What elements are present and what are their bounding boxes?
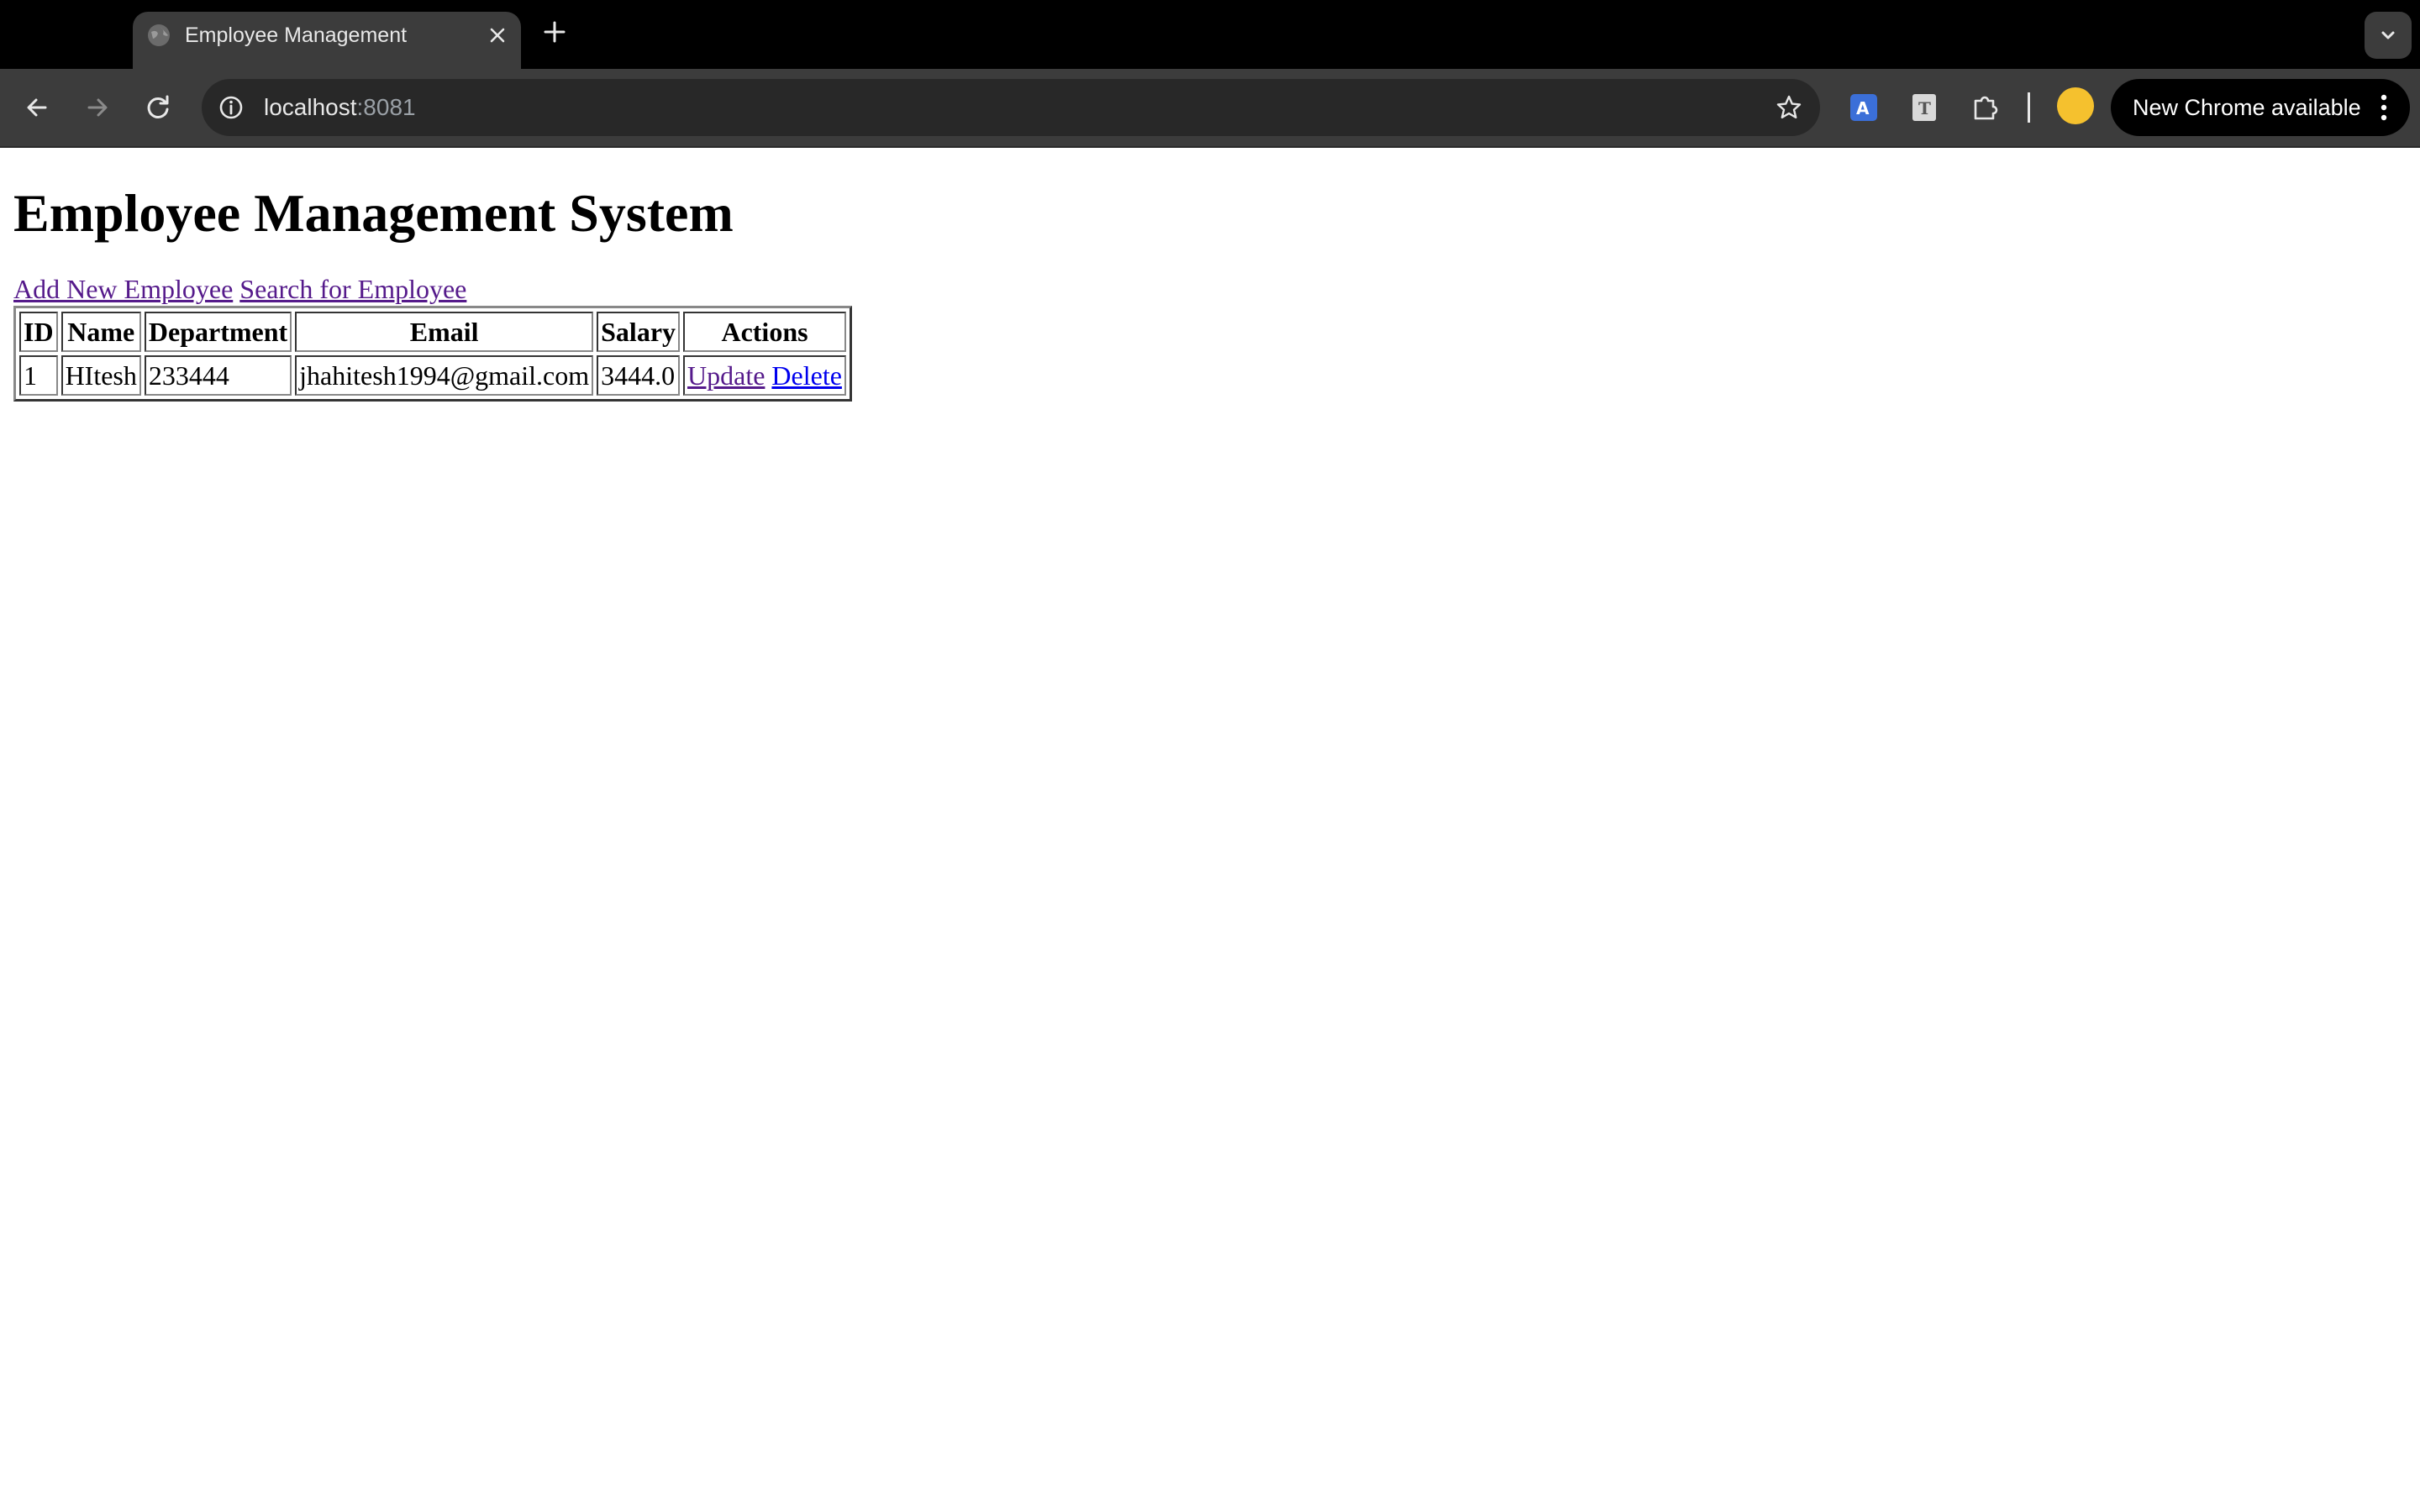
page-content: Employee Management System Add New Emplo… bbox=[13, 148, 2407, 402]
forward-arrow-icon[interactable] bbox=[82, 92, 113, 127]
tab-strip: Employee Management bbox=[0, 0, 2420, 69]
browser-toolbar: localhost:8081 A T New Chrome available bbox=[0, 69, 2420, 148]
column-header-salary: Salary bbox=[597, 312, 681, 352]
tab-search-button[interactable] bbox=[2365, 12, 2412, 59]
cell-salary: 3444.0 bbox=[597, 355, 681, 396]
column-header-name: Name bbox=[60, 312, 141, 352]
globe-icon bbox=[146, 23, 171, 54]
table-row: 1 HItesh 233444 jhahitesh1994@gmail.com … bbox=[19, 355, 847, 396]
column-header-actions: Actions bbox=[683, 312, 847, 352]
cell-name: HItesh bbox=[60, 355, 141, 396]
column-header-email: Email bbox=[295, 312, 594, 352]
svg-text:A: A bbox=[1856, 98, 1870, 118]
avatar[interactable] bbox=[2057, 87, 2094, 124]
tab-title: Employee Management bbox=[185, 24, 408, 47]
svg-text:T: T bbox=[1918, 98, 1931, 118]
cell-id: 1 bbox=[19, 355, 58, 396]
text-extension-icon[interactable]: T bbox=[1909, 92, 1939, 127]
delete-link[interactable]: Delete bbox=[771, 360, 842, 391]
chrome-update-label: New Chrome available bbox=[2133, 95, 2361, 120]
puzzle-icon[interactable] bbox=[1970, 92, 2001, 127]
cell-email: jhahitesh1994@gmail.com bbox=[295, 355, 594, 396]
table-header-row: ID Name Department Email Salary Actions bbox=[19, 312, 847, 352]
url-text: localhost:8081 bbox=[264, 94, 416, 121]
back-arrow-icon[interactable] bbox=[22, 92, 52, 127]
column-header-id: ID bbox=[19, 312, 58, 352]
info-icon[interactable] bbox=[215, 92, 247, 129]
cell-department: 233444 bbox=[144, 355, 292, 396]
browser-tab[interactable]: Employee Management bbox=[133, 12, 521, 69]
url-host: localhost bbox=[264, 94, 357, 120]
update-link[interactable]: Update bbox=[687, 360, 765, 391]
close-icon[interactable] bbox=[487, 25, 508, 51]
plus-icon[interactable] bbox=[541, 18, 568, 50]
search-employee-link[interactable]: Search for Employee bbox=[239, 274, 466, 304]
url-port: :8081 bbox=[356, 94, 416, 120]
column-header-department: Department bbox=[144, 312, 292, 352]
address-bar[interactable]: localhost:8081 bbox=[202, 79, 1820, 136]
chevron-down-icon bbox=[2381, 31, 2395, 39]
action-links: Add New Employee Search for Employee bbox=[13, 272, 2407, 306]
chrome-update-button[interactable]: New Chrome available bbox=[2111, 79, 2410, 136]
toolbar-divider bbox=[2028, 92, 2030, 123]
cell-actions: Update Delete bbox=[683, 355, 847, 396]
employee-table: ID Name Department Email Salary Actions … bbox=[13, 306, 853, 402]
translate-extension-icon[interactable]: A bbox=[1849, 92, 1879, 127]
page-title: Employee Management System bbox=[13, 183, 734, 243]
star-icon[interactable] bbox=[1775, 93, 1803, 128]
add-employee-link[interactable]: Add New Employee bbox=[13, 274, 233, 304]
reload-icon[interactable] bbox=[143, 92, 173, 127]
vertical-dots-icon[interactable] bbox=[2380, 92, 2388, 129]
